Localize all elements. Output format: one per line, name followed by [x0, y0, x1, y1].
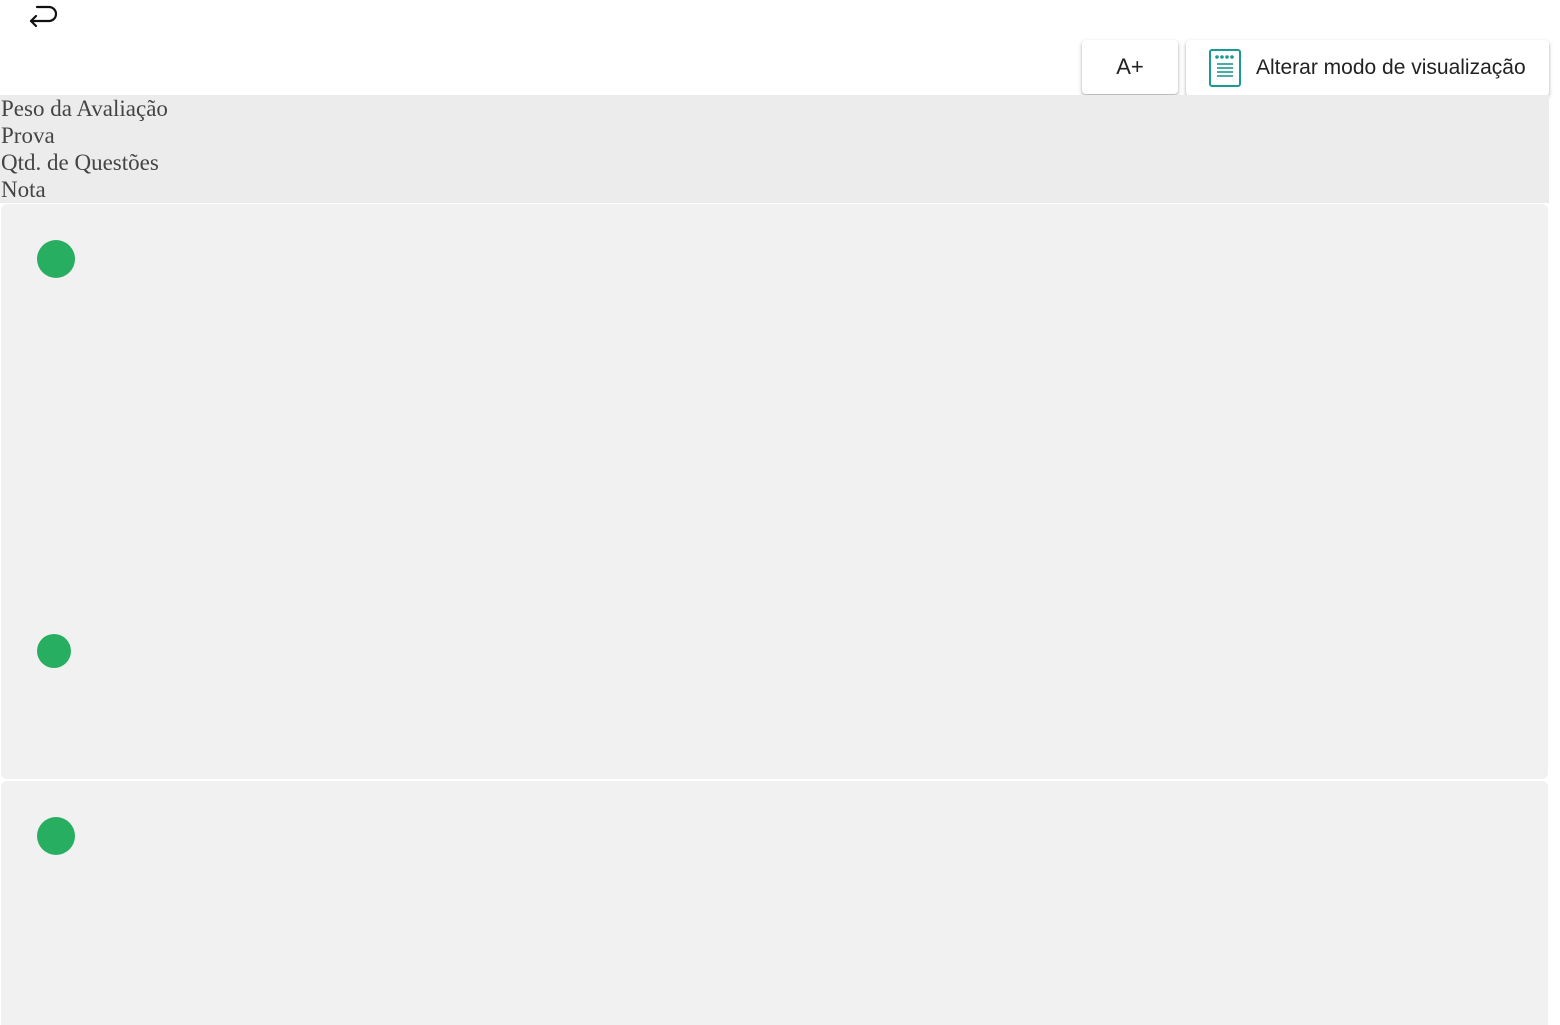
view-mode-icon: [1209, 49, 1241, 87]
exam-label: Prova: [1, 123, 55, 148]
status-dot: [37, 634, 71, 668]
change-view-mode-button[interactable]: Alterar modo de visualização: [1186, 40, 1549, 96]
evaluation-card: [1, 781, 1548, 1025]
back-button[interactable]: [24, 0, 64, 32]
status-dot: [37, 240, 75, 278]
increase-font-label: A+: [1116, 54, 1144, 79]
toolbar: A+ Alterar modo de visualização: [1082, 40, 1549, 96]
evaluation-card: [1, 204, 1548, 779]
question-count-label: Qtd. de Questões: [1, 150, 159, 175]
return-arrow-icon: [29, 5, 58, 28]
grade-label: Nota: [1, 177, 46, 202]
weight-label: Peso da Avaliação: [1, 96, 168, 121]
evaluation-header: Peso da Avaliação Prova Qtd. de Questões…: [0, 95, 1549, 203]
change-view-mode-label: Alterar modo de visualização: [1256, 56, 1526, 79]
increase-font-button[interactable]: A+: [1082, 40, 1178, 94]
status-dot: [37, 817, 75, 855]
